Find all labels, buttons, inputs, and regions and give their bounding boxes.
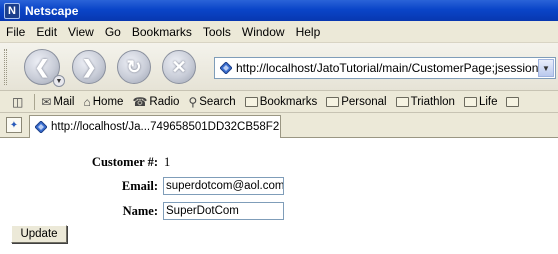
menu-bar: File Edit View Go Bookmarks Tools Window… (0, 21, 558, 43)
back-history-dropdown[interactable]: ▼ (53, 75, 65, 87)
page-icon (34, 120, 48, 134)
mail-label: Mail (53, 95, 75, 108)
home-label: Home (92, 95, 124, 108)
radio-icon: ☎ (132, 94, 148, 109)
menu-bookmarks[interactable]: Bookmarks (132, 25, 192, 39)
netscape-logo-icon: N (4, 2, 20, 19)
menu-view[interactable]: View (68, 25, 94, 39)
reload-icon: ↻ (126, 56, 142, 77)
url-bar[interactable]: http://localhost/JatoTutorial/main/Custo… (214, 57, 556, 79)
bookmarks-folder[interactable]: Bookmarks (244, 95, 318, 108)
search-label: Search (199, 95, 236, 108)
home-icon: ⌂ (83, 94, 91, 109)
toolbar-menu-button[interactable]: ◫ (12, 95, 25, 109)
home-button[interactable]: ⌂ Home (84, 95, 124, 109)
menu-go[interactable]: Go (105, 25, 121, 39)
life-folder[interactable]: Life (463, 95, 498, 108)
update-button[interactable]: Update (11, 225, 67, 243)
personal-folder[interactable]: Personal (326, 95, 387, 108)
search-icon: ⚲ (188, 94, 198, 109)
menu-tools[interactable]: Tools (203, 25, 231, 39)
url-dropdown-button[interactable]: ▼ (538, 59, 554, 77)
search-button[interactable]: ⚲ Search (188, 95, 235, 109)
radio-label: Radio (149, 95, 180, 108)
back-arrow-icon: ❮ (34, 56, 50, 77)
mail-button[interactable]: ✉ Mail (41, 95, 74, 109)
customer-number-value: 1 (164, 155, 171, 169)
menu-help[interactable]: Help (296, 25, 321, 39)
forward-button[interactable]: ❯ (72, 50, 106, 84)
menu-file[interactable]: File (6, 25, 25, 39)
page-content: Customer #: 1 Email: superdotcom@aol.com… (0, 139, 558, 254)
tab-current[interactable]: http://localhost/Ja...749658501DD32CB58F… (29, 115, 281, 138)
page-proxy-icon[interactable] (219, 61, 233, 75)
customer-number-label: Customer #: (91, 155, 158, 169)
stop-button[interactable]: ✕ (162, 50, 196, 84)
name-field[interactable]: SuperDotCom (163, 202, 284, 220)
folder-icon (326, 96, 340, 107)
new-tab-icon: ✦ (9, 119, 19, 131)
stop-icon: ✕ (171, 56, 187, 77)
menu-window[interactable]: Window (242, 25, 285, 39)
window-title: Netscape (25, 3, 79, 18)
triathlon-folder-label: Triathlon (410, 95, 455, 108)
folder-icon (506, 96, 520, 107)
toolbar-menu-icon: ◫ (12, 94, 24, 109)
life-folder-label: Life (478, 95, 498, 108)
personal-toolbar: ◫ ✉ Mail ⌂ Home ☎ Radio ⚲ Search Bookmarks P… (0, 91, 558, 113)
navigation-toolbar: ❮ ▼ ❯ ↻ ✕ http://localhost/JatoTutorial/… (0, 43, 558, 91)
window-titlebar: N Netscape (0, 0, 558, 21)
chevron-down-icon: ▼ (55, 77, 63, 85)
name-label: Name: (122, 204, 158, 218)
toolbar-separator (34, 93, 36, 110)
radio-button[interactable]: ☎ Radio (132, 95, 179, 109)
chevron-down-icon: ▼ (542, 63, 550, 73)
toolbar-grip[interactable] (4, 49, 7, 85)
new-tab-button[interactable]: ✦ (6, 117, 22, 133)
personal-folder-label: Personal (341, 95, 387, 108)
tab-title: http://localhost/Ja...749658501DD32CB58F… (51, 121, 280, 133)
folder-icon (463, 96, 477, 107)
forward-arrow-icon: ❯ (81, 56, 97, 77)
url-input[interactable]: http://localhost/JatoTutorial/main/Custo… (236, 61, 538, 75)
menu-edit[interactable]: Edit (36, 25, 57, 39)
email-label: Email: (121, 179, 158, 193)
mail-icon: ✉ (41, 94, 52, 109)
triathlon-folder[interactable]: Triathlon (395, 95, 455, 108)
reload-button[interactable]: ↻ (117, 50, 151, 84)
folder-icon (244, 96, 258, 107)
folder-icon (395, 96, 409, 107)
bookmarks-folder-label: Bookmarks (259, 95, 318, 108)
overflow-folder[interactable] (506, 96, 521, 107)
tab-bar: ✦ http://localhost/Ja...749658501DD32CB5… (0, 113, 558, 138)
email-field[interactable]: superdotcom@aol.com (163, 177, 284, 195)
